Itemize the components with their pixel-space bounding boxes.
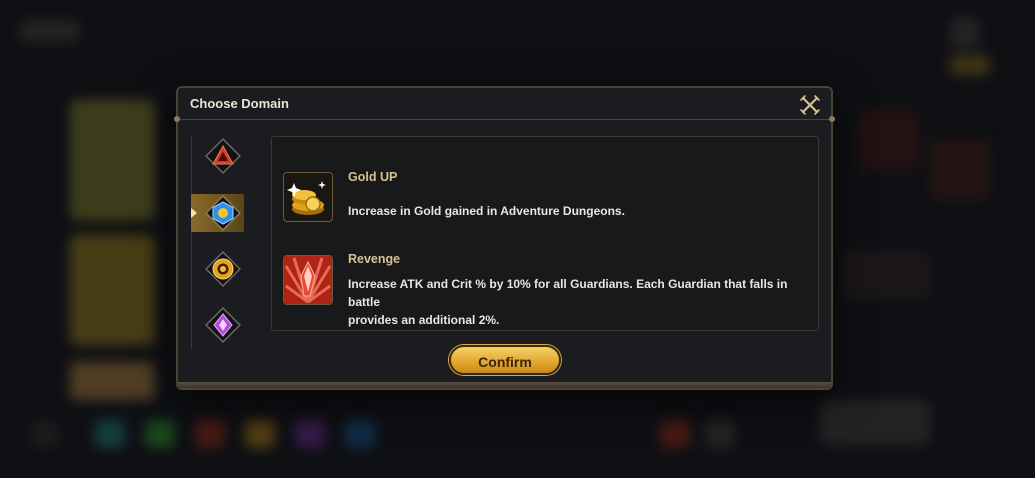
gold-ring-gem-icon [205, 251, 241, 287]
domain-dark-button[interactable] [191, 306, 244, 344]
domain-water-button[interactable] [191, 194, 244, 232]
dialog-title: Choose Domain [190, 96, 289, 111]
domain-fire-button[interactable] [191, 137, 244, 175]
buff-description-line: provides an additional 2%. [348, 313, 500, 327]
divider-ornament [829, 116, 835, 122]
close-x-icon[interactable] [799, 94, 821, 116]
red-triangle-gem-icon [205, 138, 241, 174]
choose-domain-dialog: Choose Domain Gold UP Increase in Gold g… [174, 86, 835, 390]
blue-hexagon-gem-icon [205, 195, 241, 231]
purple-crystal-gem-icon [205, 307, 241, 343]
selected-arrow-icon [191, 208, 197, 218]
gold-coins-icon [283, 172, 333, 222]
red-crystal-burst-icon [283, 255, 333, 305]
divider-ornament [174, 116, 180, 122]
domain-details-panel: Gold UP Increase in Gold gained in Adven… [271, 136, 819, 331]
buff-name-revenge: Revenge [348, 252, 401, 266]
buff-description-gold-up: Increase in Gold gained in Adventure Dun… [348, 204, 625, 218]
buff-description-revenge: Increase ATK and Crit % by 10% for all G… [348, 275, 818, 329]
confirm-button[interactable]: Confirm [449, 345, 561, 375]
buff-description-line: Increase ATK and Crit % by 10% for all G… [348, 277, 788, 309]
title-divider [178, 119, 831, 120]
domain-earth-button[interactable] [191, 250, 244, 288]
buff-name-gold-up: Gold UP [348, 170, 398, 184]
